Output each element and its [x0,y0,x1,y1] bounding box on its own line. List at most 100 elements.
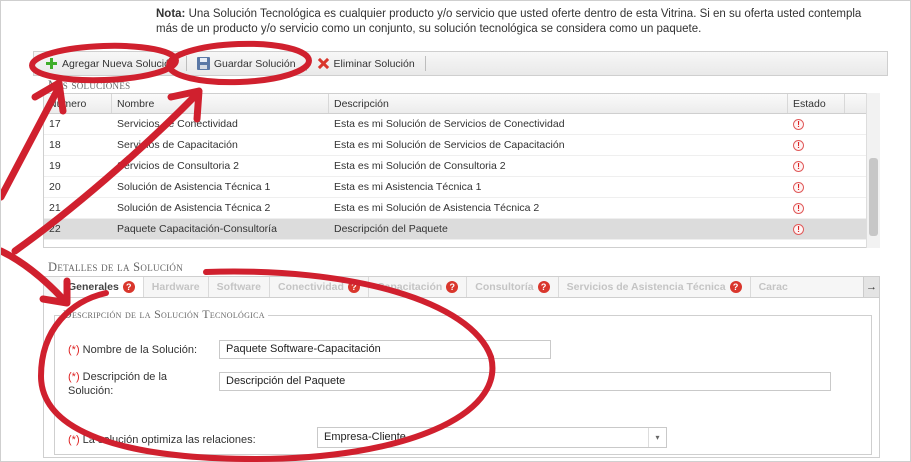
details-tabs: ← Generales ? Hardware Software Conectiv… [43,276,880,298]
table-row[interactable]: 20 Solución de Asistencia Técnica 1 Esta… [44,177,879,198]
toolbar-separator [424,56,426,71]
note-bold: Nota: [156,8,186,20]
table-row[interactable]: 17 Servicios de Conectividad Esta es mi … [44,114,879,135]
cell-nombre: Servicios de Consultoria 2 [117,160,239,172]
relation-select[interactable]: Empresa-Cliente ▾ [317,427,667,448]
cell-nombre: Solución de Asistencia Técnica 1 [117,181,271,193]
tab-caracteristicas[interactable]: Carac [751,277,796,297]
table-header: Número Nombre Descripción Estado [44,94,879,114]
details-legend: Detalles de la Solución [45,260,187,275]
floppy-disk-icon [196,57,210,70]
delete-solution-button[interactable]: Eliminar Solución [312,54,420,73]
warning-icon: ! [793,140,804,151]
warning-icon: ! [793,203,804,214]
cell-numero: 19 [49,160,61,172]
solutions-table: Número Nombre Descripción Estado 17 Serv… [43,93,880,248]
col-header-descripcion[interactable]: Descripción [329,94,788,113]
relation-label: (*) La solución optimiza las relaciones: [68,433,256,447]
add-solution-button[interactable]: Agregar Nueva Solución [40,54,181,73]
help-icon: ? [122,281,135,293]
cell-estado: ! [788,156,845,176]
col-header-numero[interactable]: Número [44,94,112,113]
vitrina-window: Nota: Una Solución Tecnológica es cualqu… [0,0,911,462]
tab-generales-label: Generales [68,281,119,293]
table-row[interactable]: 21 Solución de Asistencia Técnica 2 Esta… [44,198,879,219]
tab-software-label: Software [216,281,261,293]
cell-estado: ! [788,135,845,155]
required-mark: (*) [68,371,80,383]
details-panel: Descripción de la Solución Tecnológica (… [43,298,880,458]
cell-nombre: Servicios de Conectividad [117,118,238,130]
cell-estado: ! [788,219,845,239]
tab-capacitacion[interactable]: Capacitación ? [369,277,468,297]
note-text: Nota: Una Solución Tecnológica es cualqu… [156,7,876,37]
cell-numero: 22 [49,223,61,235]
cell-estado: ! [788,114,845,134]
warning-icon: ! [793,161,804,172]
toolbar-separator [185,56,187,71]
cell-descripcion: Esta es mi Solución de Asistencia Técnic… [334,202,540,214]
required-mark: (*) [68,434,80,446]
save-solution-label: Guardar Solución [213,57,296,70]
solution-name-input[interactable]: Paquete Software-Capacitación [219,340,551,359]
tab-conectividad[interactable]: Conectividad ? [270,277,369,297]
cell-numero: 20 [49,181,61,193]
help-icon: ? [537,281,550,293]
cell-nombre: Solución de Asistencia Técnica 2 [117,202,271,214]
help-icon: ? [347,281,360,293]
cell-numero: 21 [49,202,61,214]
table-row[interactable]: 19 Servicios de Consultoria 2 Esta es mi… [44,156,879,177]
toolbar-separator [305,56,307,71]
solution-name-label: (*) Nombre de la Solución: [68,343,197,357]
tab-hardware[interactable]: Hardware [144,277,209,297]
tab-software[interactable]: Software [209,277,270,297]
cell-estado: ! [788,198,845,218]
tab-consultoria[interactable]: Consultoría ? [467,277,559,297]
table-row-selected[interactable]: 22 Paquete Capacitación-Consultoría Desc… [44,219,879,240]
tab-generales[interactable]: Generales ? [60,277,144,297]
tab-consultoria-label: Consultoría [475,281,534,293]
help-icon: ? [729,281,742,293]
table-scrollbar[interactable] [866,93,880,248]
relation-label-text: La solución optimiza las relaciones: [82,434,256,446]
save-solution-button[interactable]: Guardar Solución [192,54,301,73]
tab-scroll-left-icon[interactable]: ← [44,277,60,297]
col-header-estado[interactable]: Estado [788,94,845,113]
warning-icon: ! [793,182,804,193]
toolbar: Agregar Nueva Solución Guardar Solución … [33,51,888,76]
cell-numero: 18 [49,139,61,151]
tab-asistencia-tecnica[interactable]: Servicios de Asistencia Técnica ? [559,277,751,297]
cell-nombre: Servicios de Capacitación [117,139,238,151]
delete-solution-label: Eliminar Solución [333,57,415,70]
cell-estado: ! [788,177,845,197]
solution-name-label-text: Nombre de la Solución: [82,344,198,356]
warning-icon: ! [793,119,804,130]
description-legend: Descripción de la Solución Tecnológica [60,307,268,322]
cell-descripcion: Descripción del Paquete [334,223,448,235]
tab-conectividad-label: Conectividad [278,281,344,293]
warning-icon: ! [793,224,804,235]
required-mark: (*) [68,344,80,356]
relation-select-value: Empresa-Cliente [324,431,406,443]
solution-description-label-line1: Descripción de la [82,371,168,383]
cell-numero: 17 [49,118,61,130]
note-body: Una Solución Tecnológica es cualquier pr… [156,8,862,35]
delete-x-icon [317,57,330,70]
scrollbar-thumb[interactable] [869,158,878,236]
cell-nombre: Paquete Capacitación-Consultoría [117,223,277,235]
solution-description-label: (*) Descripción de la Solución: [68,370,167,398]
tab-caracteristicas-label: Carac [758,281,788,293]
help-icon: ? [446,281,459,293]
tab-asistencia-tecnica-label: Servicios de Asistencia Técnica [566,281,726,293]
plus-icon [45,57,58,70]
tab-hardware-label: Hardware [151,281,200,293]
tab-scroll-right-icon[interactable]: → [863,277,879,297]
solution-description-input[interactable]: Descripción del Paquete [219,372,831,391]
solution-description-label-line2: Solución: [68,385,114,397]
tab-capacitacion-label: Capacitación [376,281,443,293]
col-header-nombre[interactable]: Nombre [112,94,329,113]
table-row[interactable]: 18 Servicios de Capacitación Esta es mi … [44,135,879,156]
cell-descripcion: Esta es mi Asistencia Técnica 1 [334,181,482,193]
cell-descripcion: Esta es mi Solución de Servicios de Cone… [334,118,565,130]
solutions-legend: Mis soluciones [45,78,134,93]
